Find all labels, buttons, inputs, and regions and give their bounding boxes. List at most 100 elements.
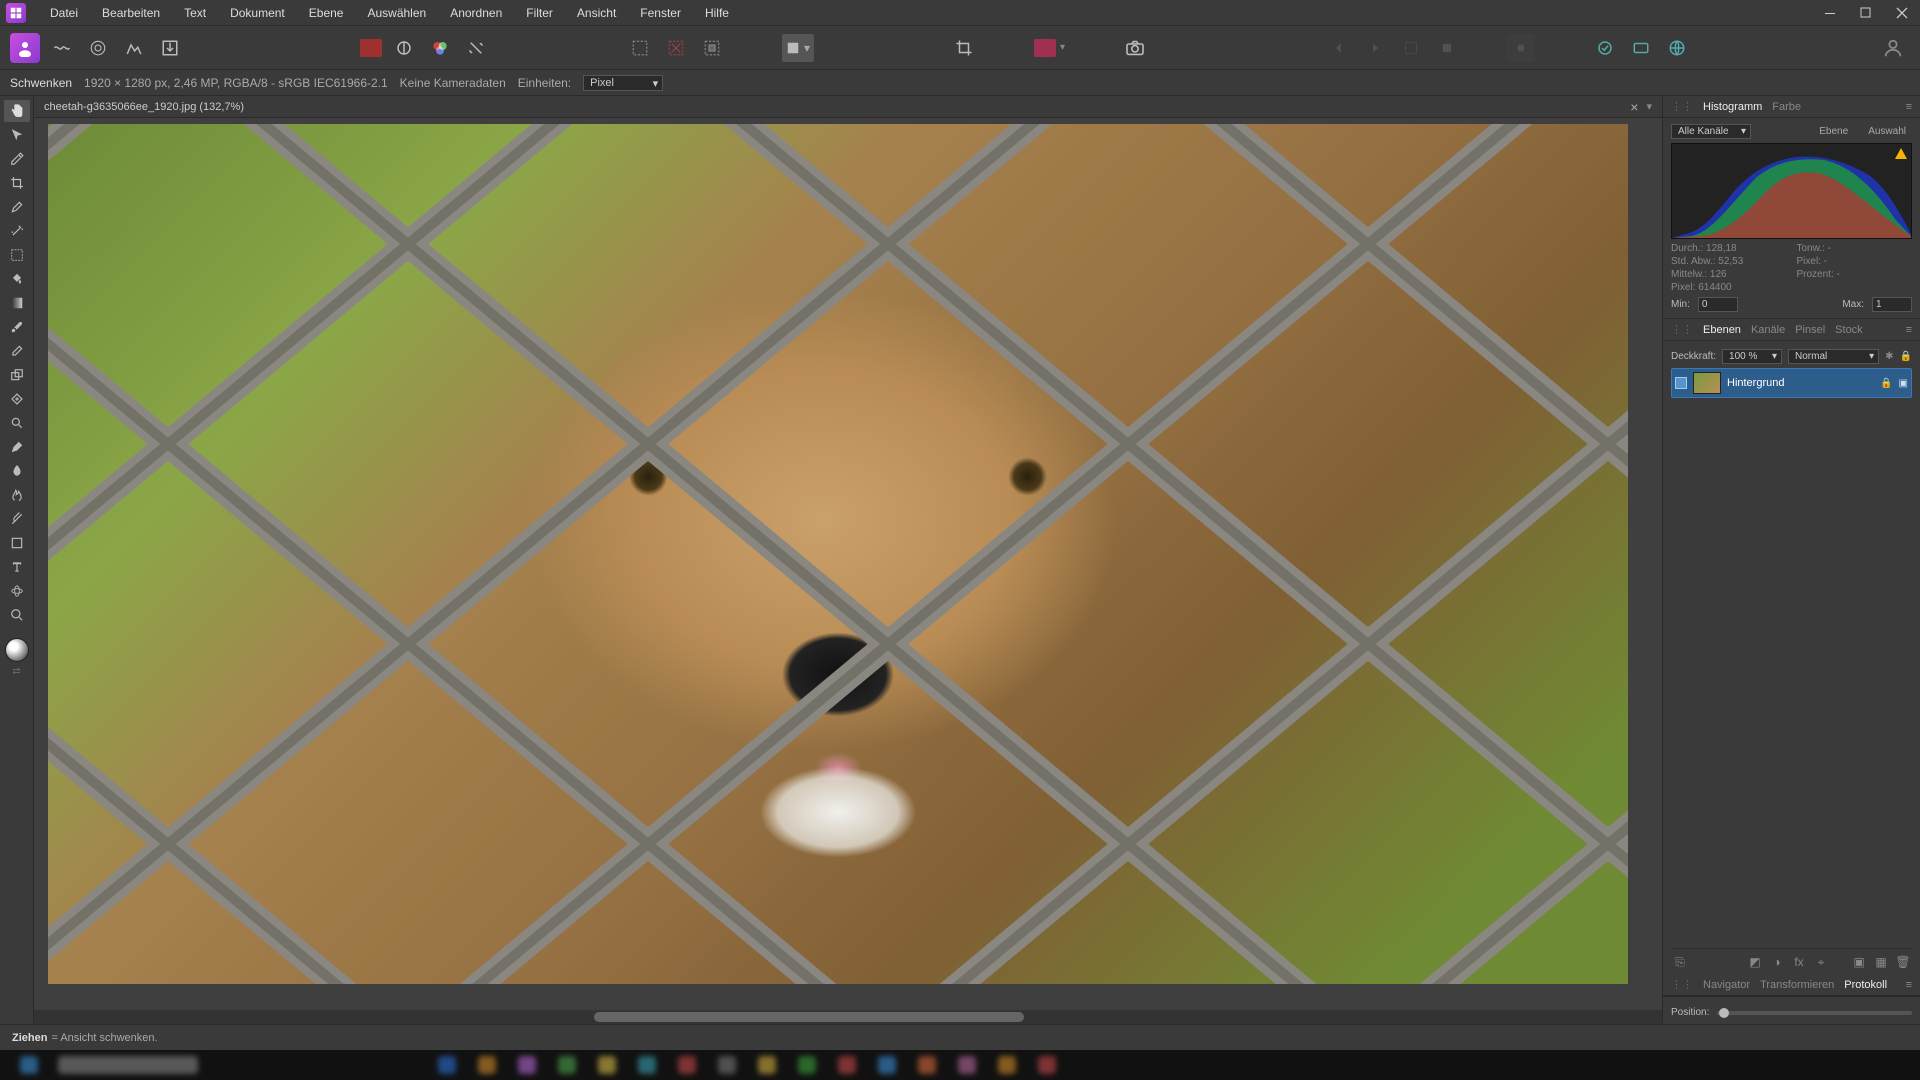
cloud-browse-icon[interactable] — [1627, 34, 1655, 62]
layer-link-icon[interactable]: ⎘ — [1671, 955, 1689, 970]
tab-layers[interactable]: Ebenen — [1703, 324, 1741, 336]
history-slider-knob[interactable] — [1719, 1008, 1729, 1018]
assistant-toggle-icon[interactable] — [1034, 39, 1056, 57]
tab-color[interactable]: Farbe — [1772, 101, 1801, 113]
canvas-h-scrollbar[interactable] — [34, 1010, 1662, 1024]
camera-icon[interactable] — [1121, 34, 1149, 62]
account-icon[interactable] — [1878, 33, 1908, 63]
move-tool[interactable] — [4, 124, 30, 146]
dodge-tool[interactable] — [4, 412, 30, 434]
taskbar-app-icon[interactable] — [518, 1056, 536, 1074]
color-picker-tool[interactable] — [4, 148, 30, 170]
cloud-sync-icon[interactable] — [1591, 34, 1619, 62]
taskbar-app-icon[interactable] — [918, 1056, 936, 1074]
persona-export-icon[interactable] — [156, 34, 184, 62]
tab-options-icon[interactable]: ▾ — [1646, 100, 1652, 113]
shape-tool[interactable] — [4, 532, 30, 554]
taskbar-app-icon[interactable] — [998, 1056, 1016, 1074]
persona-photo-icon[interactable] — [10, 33, 40, 63]
opacity-select[interactable]: 100 % — [1722, 349, 1782, 364]
taskbar-app-icon[interactable] — [758, 1056, 776, 1074]
menu-window[interactable]: Fenster — [628, 0, 693, 26]
toggle-raw-icon[interactable] — [360, 39, 382, 57]
hist-max-input[interactable] — [1872, 297, 1912, 312]
menu-help[interactable]: Hilfe — [693, 0, 741, 26]
sponge-tool[interactable] — [4, 508, 30, 530]
delete-layer-icon[interactable]: 🗑 — [1894, 955, 1912, 970]
crop-tool[interactable] — [4, 172, 30, 194]
layer-fx-icon[interactable]: ✱ — [1885, 351, 1893, 362]
hist-min-input[interactable] — [1698, 297, 1738, 312]
group-layers-icon[interactable]: ▣ — [1850, 955, 1868, 970]
layers-panel-menu-icon[interactable]: ≡ — [1906, 324, 1912, 336]
selection-deselect-icon[interactable] — [662, 34, 690, 62]
histogram-panel-menu-icon[interactable]: ≡ — [1906, 101, 1912, 113]
taskbar-search[interactable] — [58, 1056, 198, 1074]
menu-edit[interactable]: Bearbeiten — [90, 0, 172, 26]
swap-colors-icon[interactable]: ⇄ — [12, 666, 20, 677]
magic-wand-tool[interactable] — [4, 220, 30, 242]
taskbar-app-icon[interactable] — [478, 1056, 496, 1074]
tab-histogram[interactable]: Histogramm — [1703, 101, 1762, 113]
persona-tone-icon[interactable] — [120, 34, 148, 62]
quickmask-dropdown[interactable]: ▾ — [782, 34, 814, 62]
toggle-autocolors-icon[interactable] — [426, 34, 454, 62]
add-fx-icon[interactable]: fx — [1790, 955, 1808, 970]
tab-navigator[interactable]: Navigator — [1703, 979, 1750, 991]
tab-history[interactable]: Protokoll — [1844, 979, 1887, 991]
canvas-viewport[interactable] — [34, 118, 1662, 1010]
crop-toggle-icon[interactable] — [950, 34, 978, 62]
taskbar-app-icon[interactable] — [598, 1056, 616, 1074]
menu-select[interactable]: Auswählen — [355, 0, 438, 26]
text-tool[interactable] — [4, 556, 30, 578]
menu-text[interactable]: Text — [172, 0, 218, 26]
tab-stock[interactable]: Stock — [1835, 324, 1863, 336]
selection-brush-tool[interactable] — [4, 196, 30, 218]
add-pixel-layer-icon[interactable]: ▦ — [1872, 955, 1890, 970]
layer-visible-icon[interactable]: ▣ — [1899, 378, 1908, 389]
mesh-tool[interactable] — [4, 580, 30, 602]
taskbar-app-icon[interactable] — [878, 1056, 896, 1074]
menu-arrange[interactable]: Anordnen — [438, 0, 514, 26]
document-tab[interactable]: cheetah-g3635066ee_1920.jpg (132,7%) × ▾ — [34, 96, 1662, 118]
toggle-autolevels-icon[interactable] — [390, 34, 418, 62]
burn-tool[interactable] — [4, 484, 30, 506]
window-minimize[interactable] — [1812, 0, 1848, 26]
smudge-tool[interactable] — [4, 460, 30, 482]
add-adjustment-icon[interactable]: ◑ — [1768, 955, 1786, 970]
taskbar-app-icon[interactable] — [718, 1056, 736, 1074]
taskbar-app-icon[interactable] — [678, 1056, 696, 1074]
taskbar-app-icon[interactable] — [638, 1056, 656, 1074]
taskbar-app-icon[interactable] — [798, 1056, 816, 1074]
taskbar-app-icon[interactable] — [1038, 1056, 1056, 1074]
clone-tool[interactable] — [4, 364, 30, 386]
taskbar-app-icon[interactable] — [438, 1056, 456, 1074]
units-select[interactable]: Pixel — [583, 75, 663, 91]
layer-visibility-checkbox[interactable] — [1675, 377, 1687, 389]
tab-channels[interactable]: Kanäle — [1751, 324, 1785, 336]
taskbar-app-icon[interactable] — [838, 1056, 856, 1074]
foreground-color-chip[interactable] — [5, 638, 29, 662]
histogram-scope-layer[interactable]: Ebene — [1813, 125, 1854, 138]
heal-tool[interactable] — [4, 388, 30, 410]
canvas-h-scrollthumb[interactable] — [594, 1012, 1024, 1022]
document-tab-close-icon[interactable]: × — [1630, 99, 1638, 115]
blendmode-select[interactable]: Normal — [1788, 349, 1879, 364]
taskbar-app-icon[interactable] — [558, 1056, 576, 1074]
selection-new-icon[interactable] — [626, 34, 654, 62]
add-live-filter-icon[interactable]: ⌖ — [1812, 955, 1830, 970]
flood-fill-tool[interactable] — [4, 268, 30, 290]
zoom-tool[interactable] — [4, 604, 30, 626]
layer-locked-icon[interactable]: 🔒 — [1880, 378, 1892, 389]
taskbar-start-icon[interactable] — [20, 1056, 38, 1074]
menu-document[interactable]: Dokument — [218, 0, 297, 26]
histogram-channel-select[interactable]: Alle Kanäle — [1671, 124, 1751, 139]
toggle-autowb-icon[interactable] — [462, 34, 490, 62]
history-slider[interactable] — [1717, 1011, 1912, 1015]
persona-develop-icon[interactable] — [84, 34, 112, 62]
layer-lock-icon[interactable]: 🔒 — [1900, 351, 1912, 362]
view-hand-tool[interactable] — [4, 100, 30, 122]
tab-brushes[interactable]: Pinsel — [1795, 324, 1825, 336]
erase-tool[interactable] — [4, 340, 30, 362]
tab-transform[interactable]: Transformieren — [1760, 979, 1834, 991]
